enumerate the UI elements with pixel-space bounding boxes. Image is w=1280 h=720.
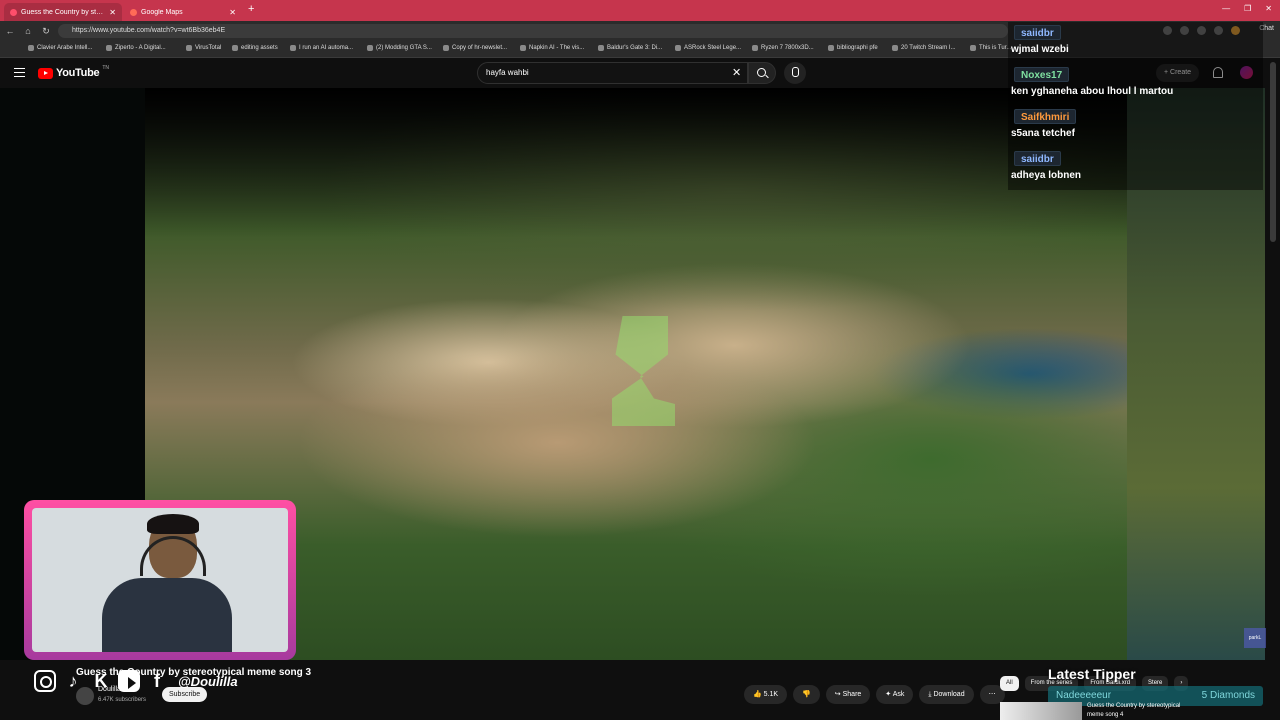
bookmark-icon xyxy=(443,45,449,51)
window-controls: — ❐ ✕ xyxy=(1222,4,1272,13)
bookmark[interactable]: editing assets xyxy=(232,45,278,51)
chat-text: adheya lobnen xyxy=(1011,170,1082,181)
close-window-icon[interactable]: ✕ xyxy=(1265,4,1272,13)
chat-message: saiidbr adheya lobnen xyxy=(1008,148,1263,190)
bookmark[interactable]: bibliographi pfe xyxy=(828,45,878,51)
social-overlay: ♪ K f @Doulilla xyxy=(34,670,238,692)
recommended-thumbnail xyxy=(1000,702,1082,720)
facebook-icon: f xyxy=(154,671,160,691)
streamer-hair xyxy=(147,514,199,534)
bookmark[interactable]: This is Tur... xyxy=(970,45,1011,51)
chat-username: saiidbr xyxy=(1014,25,1061,40)
tab-label: Guess the Country by stereotypic... xyxy=(21,8,105,16)
recommended-video[interactable]: Guess the Country by stereotypical meme … xyxy=(1000,702,1187,720)
tab-label: Google Maps xyxy=(141,8,183,16)
bookmark[interactable]: Ryzen 7 7800x3D... xyxy=(752,45,814,51)
bookmark[interactable]: ASRock Steel Lege... xyxy=(675,45,741,51)
chat-username: saiidbr xyxy=(1014,151,1061,166)
chip-all[interactable]: All xyxy=(1000,676,1019,691)
youtube-favicon-icon xyxy=(10,8,17,16)
video-info-row: Guess the Country by stereotypical meme … xyxy=(0,660,1280,720)
bookmark[interactable]: (2) Modding GTA S... xyxy=(367,45,432,51)
google-maps-favicon-icon xyxy=(130,8,137,16)
bookmark[interactable]: Baldur's Gate 3: Di... xyxy=(598,45,662,51)
chat-message: Saifkhmiri s5ana tetchef xyxy=(1008,106,1263,148)
chat-message: Noxes17 ken yghaneha abou lhoul l martou xyxy=(1008,64,1263,106)
reload-icon[interactable]: ↻ xyxy=(38,26,54,37)
latest-tipper-widget: Latest Tipper Nadeeeeeur 5 Diamonds xyxy=(1048,666,1263,706)
close-tab-icon[interactable]: ✕ xyxy=(109,8,116,17)
globe-shadow xyxy=(145,88,1127,238)
channel-watermark[interactable]: parkL xyxy=(1244,628,1266,648)
kick-icon: K xyxy=(94,671,108,691)
webcam-overlay xyxy=(24,500,296,660)
chat-text: s5ana tetchef xyxy=(1011,128,1075,139)
chat-message: saiidbr wjmal wzebi xyxy=(1008,22,1263,64)
home-icon[interactable]: ⌂ xyxy=(20,26,36,36)
bookmark-icon xyxy=(367,45,373,51)
bookmark-icon xyxy=(520,45,526,51)
bookmark-icon xyxy=(186,45,192,51)
tipper-amount: 5 Diamonds xyxy=(1201,690,1255,701)
latest-tipper-title: Latest Tipper xyxy=(1048,666,1136,682)
close-tab-icon[interactable]: ✕ xyxy=(229,8,236,17)
streamer-handle: @Doulilla xyxy=(178,673,238,689)
bookmark-icon xyxy=(752,45,758,51)
folder-icon xyxy=(232,45,238,51)
streamer-body xyxy=(102,578,232,652)
bookmark-icon xyxy=(892,45,898,51)
bookmark[interactable]: Copy of hr-newslet... xyxy=(443,45,507,51)
bookmark-icon xyxy=(970,45,976,51)
chat-username: Saifkhmiri xyxy=(1014,109,1077,124)
bookmark[interactable]: I run an AI automa... xyxy=(290,45,353,51)
url-field[interactable]: https://www.youtube.com/watch?v=wt6Bb36e… xyxy=(58,24,1008,38)
recommended-title: Guess the Country by stereotypical meme … xyxy=(1087,703,1181,718)
tab-google-maps[interactable]: Google Maps ✕ xyxy=(124,3,242,21)
bookmark[interactable]: Napkin AI - The vis... xyxy=(520,45,584,51)
thumbs-down-icon: 👎 xyxy=(802,691,811,698)
bookmark[interactable]: Ziperto - A Digital... xyxy=(106,45,166,51)
folder-icon xyxy=(828,45,834,51)
instagram-icon xyxy=(34,670,56,692)
maximize-icon[interactable]: ❐ xyxy=(1244,4,1251,13)
bookmark[interactable]: VirusTotal xyxy=(186,45,221,51)
new-tab-icon[interactable]: + xyxy=(248,3,254,15)
logo-text: YouTube xyxy=(56,67,100,79)
search-input[interactable]: hayfa wahbi xyxy=(477,62,748,84)
browser-tab-bar: Guess the Country by stereotypic... ✕ Go… xyxy=(0,0,1280,21)
bookmark[interactable]: Clavier Arabe Intell... xyxy=(28,45,92,51)
subscriber-count: 6.47K subscribers xyxy=(98,697,147,703)
dislike-button[interactable]: 👎 xyxy=(793,685,820,704)
search-button[interactable] xyxy=(748,62,776,84)
microphone-icon[interactable] xyxy=(784,62,806,84)
youtube-logo[interactable]: YouTube TN xyxy=(38,65,109,79)
ask-button[interactable]: ✦ Ask xyxy=(876,685,914,704)
download-button[interactable]: ⤓ Download xyxy=(919,685,974,704)
youtube-icon xyxy=(118,670,140,692)
share-button[interactable]: ↪ Share xyxy=(825,685,871,704)
page-scrollbar[interactable] xyxy=(1270,62,1276,242)
minimize-icon[interactable]: — xyxy=(1222,4,1230,13)
tab-youtube[interactable]: Guess the Country by stereotypic... ✕ xyxy=(4,3,122,21)
chat-text: ken yghaneha abou lhoul l martou xyxy=(1011,86,1174,97)
video-actions: 👍 5.1K 👎 ↪ Share ✦ Ask ⤓ Download ⋯ xyxy=(744,685,1005,704)
like-button[interactable]: 👍 5.1K xyxy=(744,685,788,704)
bookmark-icon xyxy=(28,45,34,51)
youtube-play-icon xyxy=(38,67,53,79)
menu-icon[interactable] xyxy=(14,68,25,77)
bookmark-icon xyxy=(290,45,296,51)
bookmark-icon xyxy=(106,45,112,51)
back-icon[interactable]: ← xyxy=(2,26,18,36)
chat-text: wjmal wzebi xyxy=(1011,44,1069,55)
webcam-feed xyxy=(32,508,288,652)
bookmark-icon xyxy=(598,45,604,51)
bookmark-icon xyxy=(675,45,681,51)
tiktok-icon: ♪ xyxy=(68,671,78,691)
clear-search-icon[interactable]: ✕ xyxy=(732,66,741,79)
chat-username: Noxes17 xyxy=(1014,67,1070,82)
bookmark[interactable]: 20 Twitch Stream I... xyxy=(892,45,956,51)
country-code: TN xyxy=(102,65,109,71)
